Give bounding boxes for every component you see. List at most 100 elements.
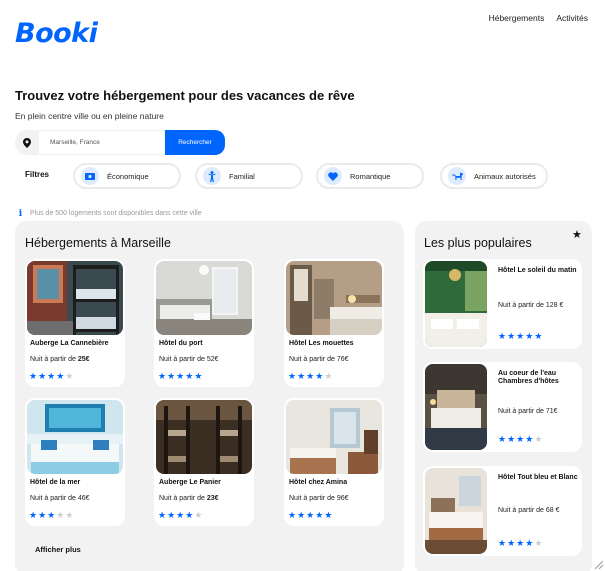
listing-name: Hôtel de la mer	[30, 479, 81, 486]
filter-economique[interactable]: Économique	[73, 163, 181, 189]
listing-price: Nuit à partir de 25€	[30, 356, 90, 363]
nav-link-hebergements[interactable]: Hébergements	[489, 13, 545, 23]
filter-familial[interactable]: Familial	[195, 163, 303, 189]
price-value: 23€	[206, 495, 219, 502]
star-filled-icon: ★	[29, 371, 38, 381]
popular-photo	[425, 364, 487, 450]
rating-stars: ★ ★ ★ ★ ★	[498, 332, 542, 341]
star-filled-icon: ★	[498, 538, 507, 548]
filter-romantique[interactable]: Romantique	[316, 163, 424, 189]
star-filled-icon: ★	[29, 510, 38, 520]
popular-price: Nuit à partir de 71€	[498, 408, 558, 415]
star-filled-icon: ★	[507, 434, 516, 444]
listing-photo	[156, 261, 252, 335]
search-input[interactable]: Marseille, France	[39, 130, 165, 155]
star-filled-icon: ★	[525, 331, 534, 341]
star-filled-icon: ★	[38, 371, 47, 381]
star-empty-icon: ★	[534, 538, 543, 548]
star-filled-icon: ★	[56, 371, 65, 381]
star-filled-icon: ★	[194, 371, 203, 381]
listing-photo	[27, 400, 123, 474]
rating-stars: ★ ★ ★ ★ ★	[158, 511, 202, 520]
info-icon: i	[18, 208, 23, 219]
listing-card[interactable]: Hôtel du port Nuit à partir de 52€ ★ ★ ★ ★ ★	[154, 259, 254, 387]
star-filled-icon: ★	[47, 510, 56, 520]
filter-label: Économique	[107, 171, 149, 181]
page-title: Trouvez votre hébergement pour des vacan…	[15, 88, 355, 103]
listings-title: Hébergements à Marseille	[25, 236, 171, 250]
star-filled-icon: ★	[516, 434, 525, 444]
star-filled-icon: ★	[167, 510, 176, 520]
price-value: 46€	[77, 495, 90, 502]
dog-icon	[448, 167, 466, 185]
nav-link-activites[interactable]: Activités	[556, 13, 588, 23]
star-empty-icon: ★	[324, 371, 333, 381]
star-filled-icon: ★	[534, 331, 543, 341]
listing-price: Nuit à partir de 46€	[30, 495, 90, 502]
popular-price: Nuit à partir de 128 €	[498, 302, 564, 309]
rating-stars: ★ ★ ★ ★ ★	[288, 372, 332, 381]
page-subtitle: En plein centre ville ou en pleine natur…	[15, 111, 164, 121]
star-filled-icon: ★	[47, 371, 56, 381]
star-filled-icon: ★	[158, 510, 167, 520]
popular-name: Hôtel Tout bleu et Blanc	[498, 474, 578, 481]
listing-card[interactable]: Auberge Le Panier Nuit à partir de 23€ ★…	[154, 398, 254, 526]
map-pin-icon	[15, 130, 39, 155]
filters-label: Filtres	[25, 170, 50, 179]
star-filled-icon: ★	[167, 371, 176, 381]
star-filled-icon: ★	[306, 371, 315, 381]
listing-name: Hôtel chez Amina	[289, 479, 348, 486]
star-filled-icon: ★	[516, 331, 525, 341]
star-empty-icon: ★	[65, 371, 74, 381]
rating-stars: ★ ★ ★ ★ ★	[29, 372, 73, 381]
listing-name: Auberge Le Panier	[159, 479, 221, 486]
money-icon	[81, 167, 99, 185]
listing-card[interactable]: Hôtel chez Amina Nuit à partir de 96€ ★ ★…	[284, 398, 384, 526]
star-filled-icon: ★	[38, 510, 47, 520]
listing-photo	[27, 261, 123, 335]
listing-name: Auberge La Cannebière	[30, 340, 109, 347]
price-value: 25€	[77, 356, 90, 363]
rating-stars: ★ ★ ★ ★ ★	[498, 539, 542, 548]
filter-label: Familial	[229, 171, 255, 181]
resize-handle-icon[interactable]	[593, 559, 603, 569]
popular-photo	[425, 468, 487, 554]
star-filled-icon: ★	[315, 510, 324, 520]
listing-price: Nuit à partir de 23€	[159, 495, 219, 502]
listing-name: Hôtel Les mouettes	[289, 340, 354, 347]
star-empty-icon: ★	[534, 434, 543, 444]
booki-logo[interactable]: Booki	[15, 18, 98, 49]
listing-card[interactable]: Hôtel Les mouettes Nuit à partir de 76€ …	[284, 259, 384, 387]
show-more-button[interactable]: Afficher plus	[35, 545, 81, 554]
listing-card[interactable]: Auberge La Cannebière Nuit à partir de 2…	[25, 259, 125, 387]
star-filled-icon: ★	[525, 538, 534, 548]
popular-card[interactable]: Hôtel Tout bleu et Blanc Nuit à partir d…	[423, 466, 582, 556]
star-filled-icon: ★	[176, 510, 185, 520]
listing-photo	[286, 400, 382, 474]
search-button[interactable]: Rechercher	[165, 130, 225, 155]
filter-animaux[interactable]: Animaux autorisés	[440, 163, 548, 189]
popular-card[interactable]: Au coeur de l'eau Chambres d'hôtes Nuit …	[423, 362, 582, 452]
star-filled-icon: ★	[288, 371, 297, 381]
filter-label: Romantique	[350, 171, 391, 181]
listing-price: Nuit à partir de 52€	[159, 356, 219, 363]
popular-name: Au coeur de l'eau Chambres d'hôtes	[498, 370, 559, 386]
star-filled-icon: ★	[176, 371, 185, 381]
listing-card[interactable]: Hôtel de la mer Nuit à partir de 46€ ★ ★ ★…	[25, 398, 125, 526]
rating-stars: ★ ★ ★ ★ ★	[29, 511, 73, 520]
filter-label: Animaux autorisés	[474, 171, 536, 181]
price-value: 76€	[336, 356, 349, 363]
rating-stars: ★ ★ ★ ★ ★	[158, 372, 202, 381]
star-filled-icon: ★	[324, 510, 333, 520]
listing-photo	[286, 261, 382, 335]
price-value: 52€	[206, 356, 219, 363]
top-nav: Hébergements Activités	[489, 13, 588, 23]
star-filled-icon: ★	[315, 371, 324, 381]
star-filled-icon: ★	[288, 510, 297, 520]
star-filled-icon: ★	[158, 371, 167, 381]
popular-card[interactable]: Hôtel Le soleil du matin Nuit à partir d…	[423, 259, 582, 349]
search-bar: Marseille, France Rechercher	[15, 130, 225, 155]
star-filled-icon: ★	[297, 510, 306, 520]
listing-photo	[156, 400, 252, 474]
star-filled-icon: ★	[498, 434, 507, 444]
